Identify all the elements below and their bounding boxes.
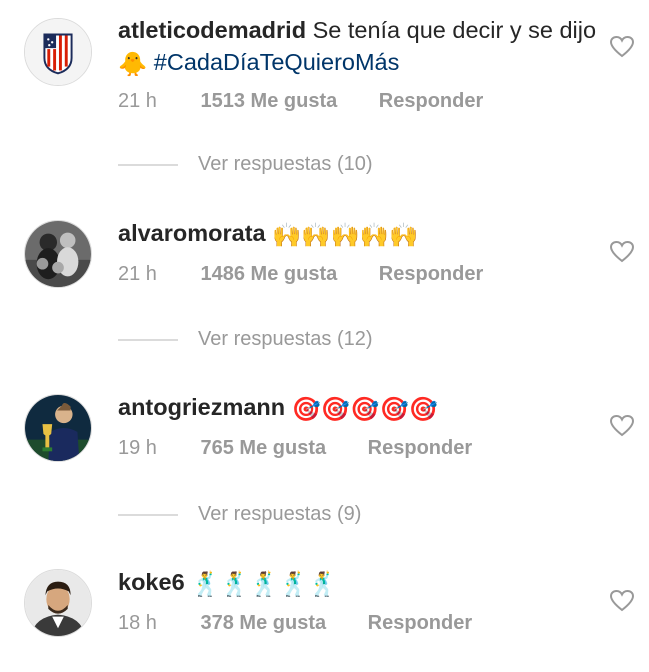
- comment-body: Se tenía que decir y se dijo: [312, 17, 597, 43]
- comment-time: 18 h: [118, 612, 157, 634]
- reply-button[interactable]: Responder: [368, 437, 472, 460]
- atletico-crest-icon: [25, 19, 91, 85]
- comment-meta: 21 h 1486 Me gusta Responder: [118, 263, 483, 286]
- like-count[interactable]: 378 Me gusta: [201, 612, 327, 635]
- comment-text: alvaromorata 🙌🙌🙌🙌🙌: [118, 217, 598, 251]
- avatar[interactable]: [24, 18, 92, 86]
- avatar[interactable]: [24, 569, 92, 637]
- view-replies-label: Ver respuestas (12): [198, 328, 373, 350]
- reply-button[interactable]: Responder: [368, 612, 472, 635]
- chick-emoji: 🐥: [118, 50, 148, 77]
- comment-username[interactable]: antogriezmann: [118, 394, 285, 420]
- comment-meta: 19 h 765 Me gusta Responder: [118, 437, 472, 460]
- reply-button[interactable]: Responder: [379, 90, 483, 113]
- heart-icon[interactable]: [609, 414, 635, 438]
- comment-meta: 18 h 378 Me gusta Responder: [118, 612, 472, 635]
- comment-time: 21 h: [118, 90, 157, 112]
- raising-hands-emoji: 🙌🙌🙌🙌🙌: [272, 221, 419, 248]
- trophy-photo-avatar: [25, 395, 91, 461]
- like-count[interactable]: 1486 Me gusta: [201, 263, 338, 286]
- view-replies-label: Ver respuestas (9): [198, 503, 362, 525]
- comment-time: 21 h: [118, 263, 157, 285]
- like-count[interactable]: 1513 Me gusta: [201, 90, 338, 113]
- heart-icon[interactable]: [609, 35, 635, 59]
- heart-icon[interactable]: [609, 589, 635, 613]
- comment-text: antogriezmann 🎯🎯🎯🎯🎯: [118, 391, 598, 425]
- family-photo-avatar: [25, 221, 91, 287]
- view-replies-button[interactable]: Ver respuestas (12): [118, 328, 373, 351]
- heart-icon[interactable]: [609, 240, 635, 264]
- dancing-emoji: 🕺🕺🕺🕺🕺: [191, 570, 338, 597]
- comment-time: 19 h: [118, 437, 157, 459]
- hashtag-link[interactable]: #CadaDíaTeQuieroMás: [154, 49, 400, 75]
- avatar[interactable]: [24, 220, 92, 288]
- comment-username[interactable]: alvaromorata: [118, 220, 266, 246]
- view-replies-label: Ver respuestas (10): [198, 153, 373, 175]
- comment-text: atleticodemadrid Se tenía que decir y se…: [118, 14, 598, 80]
- view-replies-button[interactable]: Ver respuestas (10): [118, 153, 373, 176]
- comment-meta: 21 h 1513 Me gusta Responder: [118, 90, 483, 113]
- comment-username[interactable]: koke6: [118, 569, 185, 595]
- divider-line: [118, 338, 178, 341]
- divider-line: [118, 513, 178, 516]
- comment-text: koke6 🕺🕺🕺🕺🕺: [118, 566, 598, 600]
- avatar[interactable]: [24, 394, 92, 462]
- comment-username[interactable]: atleticodemadrid: [118, 17, 306, 43]
- divider-line: [118, 163, 178, 166]
- target-emoji: 🎯🎯🎯🎯🎯: [291, 395, 438, 422]
- portrait-photo-avatar: [25, 570, 91, 636]
- view-replies-button[interactable]: Ver respuestas (9): [118, 503, 361, 526]
- like-count[interactable]: 765 Me gusta: [201, 437, 327, 460]
- reply-button[interactable]: Responder: [379, 263, 483, 286]
